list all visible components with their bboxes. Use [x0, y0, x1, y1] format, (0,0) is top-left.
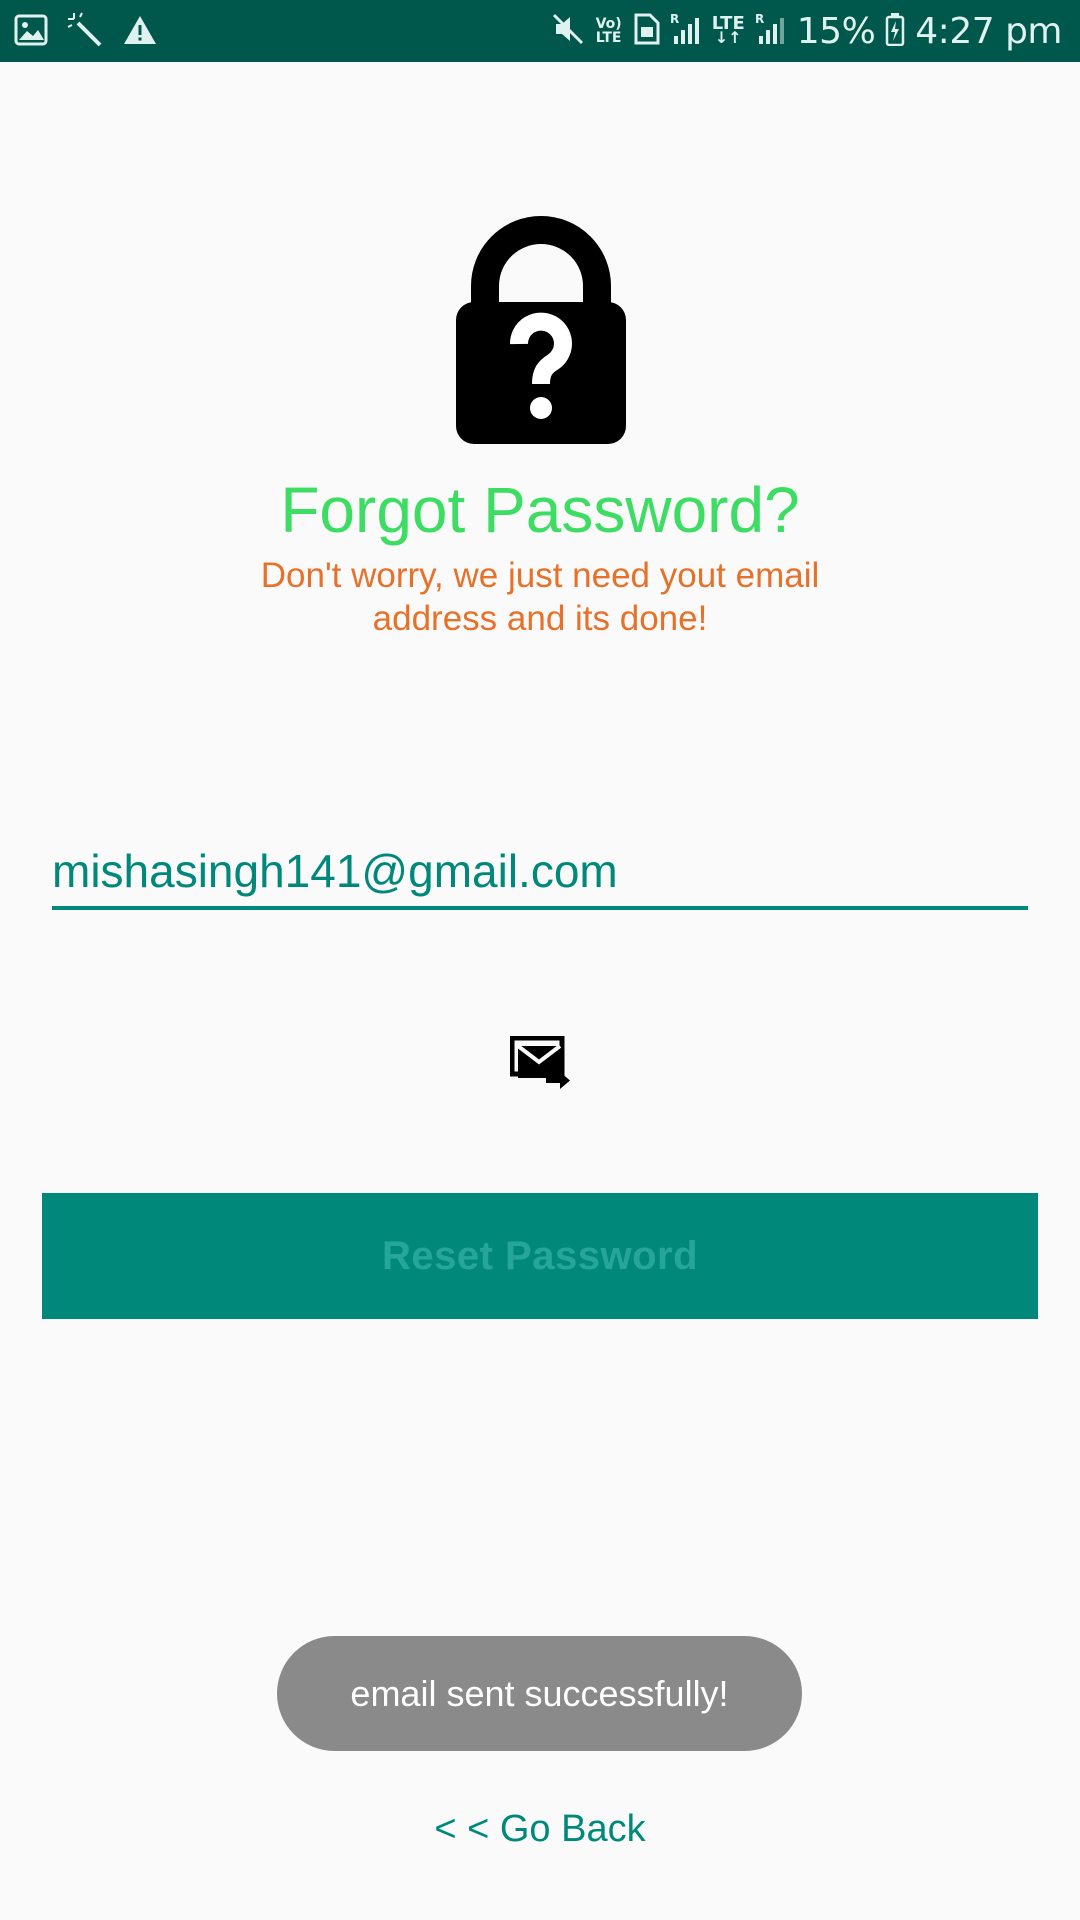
svg-text:R: R: [670, 12, 679, 26]
warning-icon: [122, 14, 158, 51]
status-bar-right: Vo) LTE R LTE ↓↑ R 15% 4:27 pm: [552, 0, 1062, 62]
page-subtitle: Don't worry, we just need yout email add…: [260, 556, 820, 638]
signal-r-icon: R: [670, 12, 702, 51]
volte-bottom-label: LTE: [595, 30, 622, 46]
send-mail-icon[interactable]: [509, 1035, 572, 1092]
reset-password-button[interactable]: Reset Password: [42, 1193, 1038, 1319]
forgot-password-screen: Vo) LTE R LTE ↓↑ R 15% 4:27 pm Forgot Pa…: [0, 0, 1080, 1920]
status-bar-left: [14, 11, 158, 54]
mute-icon: [552, 13, 586, 50]
lock-question-icon: [451, 216, 631, 444]
go-back-link[interactable]: < < Go Back: [0, 1808, 1080, 1851]
email-field[interactable]: [52, 836, 1028, 910]
battery-charging-icon: [885, 12, 905, 51]
status-bar: Vo) LTE R LTE ↓↑ R 15% 4:27 pm: [0, 0, 1080, 62]
toast-message: email sent successfully!: [277, 1636, 802, 1751]
lte-data-icon: LTE ↓↑: [712, 15, 745, 47]
status-time: 4:27 pm: [915, 10, 1062, 52]
volte-top-label: Vo): [595, 16, 622, 32]
battery-percent: 15%: [796, 10, 876, 52]
magic-wand-icon: [66, 11, 104, 54]
volte-icon: Vo) LTE: [596, 17, 622, 45]
svg-text:R: R: [755, 12, 764, 26]
page-title: Forgot Password?: [280, 474, 800, 546]
sim-card-icon: [632, 13, 660, 50]
lte-arrows: ↓↑: [714, 28, 742, 47]
signal-icon: R: [755, 12, 787, 51]
image-icon: [14, 14, 48, 51]
